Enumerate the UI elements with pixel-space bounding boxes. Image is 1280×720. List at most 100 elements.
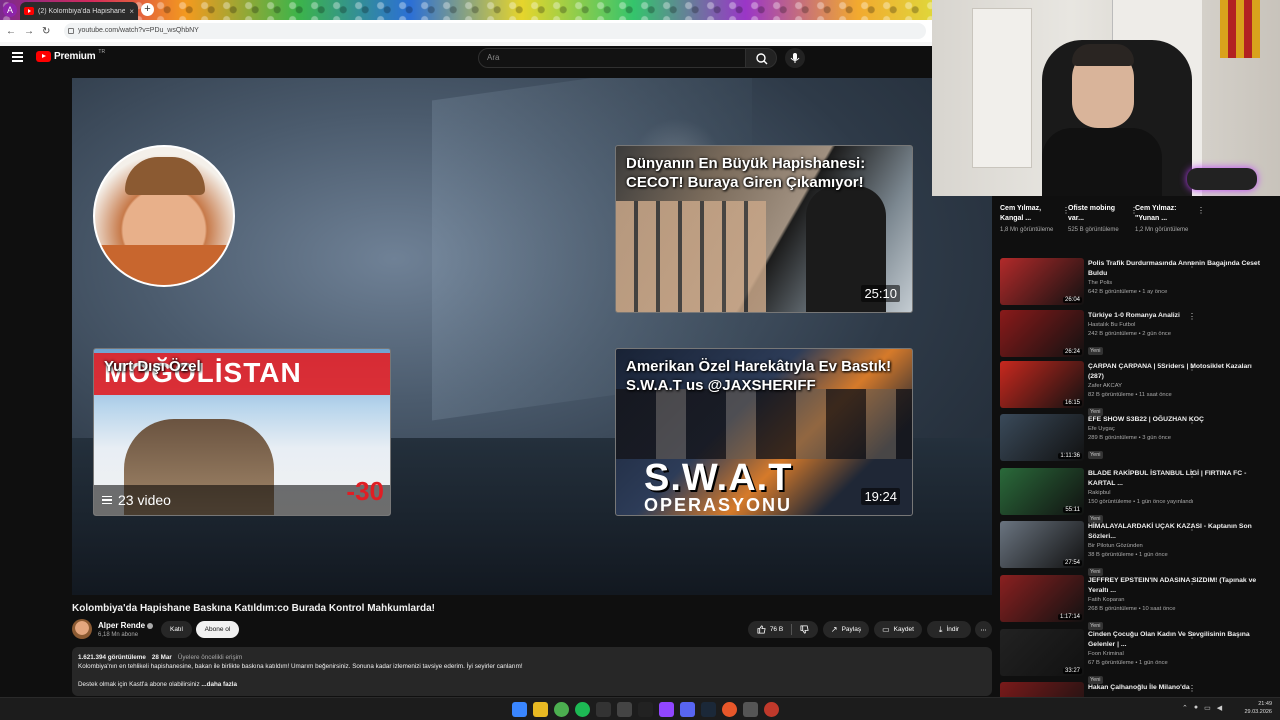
- tray-chevron-icon[interactable]: ⌃: [1182, 704, 1188, 712]
- back-icon[interactable]: ←: [6, 26, 16, 37]
- more-options-icon[interactable]: ⋮: [1188, 470, 1196, 479]
- recommendation-item[interactable]: 1:11:36 EFE SHOW S3B22 | OĞUZHAN KOÇ Efe U…: [1000, 414, 1280, 466]
- recommendation-title[interactable]: BLADE RAKİPBUL İSTANBUL LİGİ | FIRTINA F…: [1088, 469, 1268, 489]
- more-options-icon[interactable]: ⋮: [1188, 312, 1196, 321]
- endscreen-video-card[interactable]: Dünyanın En Büyük Hapishanesi: CECOT! Bu…: [615, 145, 913, 313]
- thumbs-down-icon[interactable]: [800, 625, 809, 634]
- video-thumbnail[interactable]: 1:11:36: [1000, 414, 1084, 461]
- search-button[interactable]: [745, 48, 777, 68]
- url-field[interactable]: youtube.com/watch?v=PDu_wsQhbNY: [64, 23, 926, 39]
- video-thumbnail[interactable]: 26:04: [1000, 258, 1084, 305]
- endscreen-video-card[interactable]: S.W.A.T OPERASYONU Amerikan Özel Harekât…: [615, 348, 913, 516]
- more-options-icon[interactable]: ⋮: [1188, 684, 1196, 693]
- video-thumbnail[interactable]: 33:27: [1000, 629, 1084, 676]
- site-info-icon[interactable]: [68, 28, 74, 34]
- steam-icon[interactable]: [701, 702, 716, 717]
- join-button[interactable]: Katıl: [161, 621, 192, 638]
- app-icon[interactable]: [617, 702, 632, 717]
- short-item[interactable]: Cem Yılmaz, Kangal ... 1,8 Mn görüntülem…: [1000, 204, 1070, 235]
- more-options-icon[interactable]: ⋮: [1188, 631, 1196, 640]
- short-item[interactable]: Ofiste mobing var... 525 B görüntüleme ⋮: [1068, 204, 1138, 235]
- short-item[interactable]: Cem Yılmaz: "Yunan ... 1,2 Mn görüntülem…: [1135, 204, 1205, 235]
- app-icon[interactable]: [638, 702, 653, 717]
- endscreen-channel-avatar[interactable]: [93, 145, 235, 287]
- share-button[interactable]: ↗ Paylaş: [823, 621, 869, 638]
- like-dislike-group[interactable]: 76 B: [748, 621, 818, 638]
- more-actions-button[interactable]: ⋯: [975, 621, 992, 638]
- recommendation-title[interactable]: Polis Trafik Durdurmasında Annenin Bagaj…: [1088, 259, 1268, 279]
- channel-name[interactable]: Alper Rende: [98, 621, 154, 630]
- recommendation-item[interactable]: 55:11 BLADE RAKİPBUL İSTANBUL LİGİ | FIRT…: [1000, 468, 1280, 523]
- more-options-icon[interactable]: ⋮: [1188, 577, 1196, 586]
- playlist-count: 23 video: [118, 492, 171, 508]
- forward-icon[interactable]: →: [24, 26, 34, 37]
- recommendation-channel[interactable]: Zafer AKCAY: [1088, 382, 1268, 391]
- recommendation-channel[interactable]: Bir Pilotun Gözünden: [1088, 542, 1268, 551]
- save-button[interactable]: ▭ Kaydet: [874, 621, 922, 638]
- reload-icon[interactable]: ↻: [42, 26, 50, 37]
- video-thumbnail[interactable]: 55:11: [1000, 468, 1084, 515]
- recommendation-title[interactable]: ÇARPAN ÇARPANA | 5Sriders | Motosiklet K…: [1088, 362, 1268, 382]
- bookmark-icon: ▭: [882, 625, 890, 634]
- recommendation-channel[interactable]: Hastalık Bu Futbol: [1088, 321, 1268, 330]
- video-thumbnail[interactable]: 16:15: [1000, 361, 1084, 408]
- file-explorer-icon[interactable]: [533, 702, 548, 717]
- subscribe-button[interactable]: Abone ol: [196, 621, 239, 638]
- recommendation-channel[interactable]: The Polis: [1088, 279, 1268, 288]
- voice-search-button[interactable]: [785, 48, 805, 68]
- network-icon[interactable]: ▭: [1204, 704, 1211, 712]
- download-button[interactable]: ⤓ İndir: [927, 621, 971, 638]
- spotify-icon[interactable]: [575, 702, 590, 717]
- recommendation-item[interactable]: 16:15 ÇARPAN ÇARPANA | 5Sriders | Motosik…: [1000, 361, 1280, 416]
- recommendation-item[interactable]: 26:04 Polis Trafik Durdurmasında Annenin …: [1000, 258, 1280, 310]
- video-player[interactable]: Dünyanın En Büyük Hapishanesi: CECOT! Bu…: [72, 78, 992, 595]
- profile-button[interactable]: A: [3, 3, 17, 17]
- mic-tray-icon[interactable]: ●: [1194, 704, 1198, 712]
- description-box[interactable]: 1.621.394 görüntüleme 28 Mar Üyelere öncel…: [72, 647, 992, 696]
- tab-close-icon[interactable]: ×: [129, 7, 134, 16]
- recommendation-channel[interactable]: Rakipbul: [1088, 489, 1268, 498]
- recommendation-channel[interactable]: Efe Uygaç: [1088, 425, 1268, 434]
- youtube-logo[interactable]: Premium TR: [36, 49, 105, 62]
- more-options-icon[interactable]: ⋮: [1188, 523, 1196, 532]
- more-options-icon[interactable]: ⋮: [1188, 260, 1196, 269]
- video-thumbnail[interactable]: 1:17:14: [1000, 575, 1084, 622]
- channel-avatar[interactable]: [72, 619, 92, 639]
- browser-tab[interactable]: (2) Kolombiya'da Hapishane B... ×: [20, 2, 138, 20]
- recommendation-title[interactable]: JEFFREY EPSTEIN'IN ADASINA SIZDIM! (Tapı…: [1088, 576, 1268, 596]
- twitch-icon[interactable]: [659, 702, 674, 717]
- chrome-icon[interactable]: [554, 702, 569, 717]
- discord-icon[interactable]: [680, 702, 695, 717]
- endscreen-playlist-card[interactable]: MOĞOLİSTAN Yurt Dışı Özel -30 23 video: [93, 348, 391, 516]
- verified-icon: [147, 622, 154, 629]
- thumbs-up-icon[interactable]: [757, 625, 766, 634]
- search-input[interactable]: Ara: [478, 48, 746, 68]
- recommendation-title[interactable]: EFE SHOW S3B22 | OĞUZHAN KOÇ: [1088, 415, 1268, 425]
- app-icon[interactable]: [722, 702, 737, 717]
- clock-time: 21:49: [1258, 701, 1272, 707]
- app-icon[interactable]: [743, 702, 758, 717]
- menu-icon[interactable]: [12, 52, 23, 64]
- recommendation-title[interactable]: Hakan Çalhanoğlu İle Milano'da: [1088, 683, 1268, 693]
- recommendation-channel[interactable]: Foon Kriminal: [1088, 650, 1268, 659]
- recommendation-title[interactable]: Türkiye 1-0 Romanya Analizi: [1088, 311, 1268, 321]
- start-icon[interactable]: [512, 702, 527, 717]
- show-more-link[interactable]: ...daha fazla: [201, 681, 237, 688]
- recommendation-title[interactable]: Cinden Çocuğu Olan Kadın Ve Sevgilisinin…: [1088, 630, 1268, 650]
- more-options-icon[interactable]: ⋮: [1197, 206, 1205, 215]
- recommendation-item[interactable]: 1:17:14 JEFFREY EPSTEIN'IN ADASINA SIZDIM…: [1000, 575, 1280, 630]
- more-options-icon[interactable]: ⋮: [1188, 363, 1196, 372]
- clock[interactable]: 21:49 29.03.2026: [1244, 700, 1272, 716]
- new-tab-button[interactable]: +: [141, 3, 154, 16]
- app-icon[interactable]: [764, 702, 779, 717]
- video-thumbnail[interactable]: 26:24: [1000, 310, 1084, 357]
- recommendation-item[interactable]: 33:27 Cinden Çocuğu Olan Kadın Ve Sevgili…: [1000, 629, 1280, 684]
- volume-icon[interactable]: ◀: [1217, 704, 1222, 712]
- recommendation-title[interactable]: HİMALAYALARDAKİ UÇAK KAZASI - Kaptanın S…: [1088, 522, 1268, 542]
- video-thumbnail[interactable]: 27:54: [1000, 521, 1084, 568]
- app-icon[interactable]: [596, 702, 611, 717]
- more-options-icon[interactable]: ⋮: [1188, 416, 1196, 425]
- recommendation-item[interactable]: 26:24 Türkiye 1-0 Romanya Analizi Hastalık…: [1000, 310, 1280, 362]
- recommendation-item[interactable]: 27:54 HİMALAYALARDAKİ UÇAK KAZASI - Kapta…: [1000, 521, 1280, 576]
- recommendation-channel[interactable]: Fatih Koparan: [1088, 596, 1268, 605]
